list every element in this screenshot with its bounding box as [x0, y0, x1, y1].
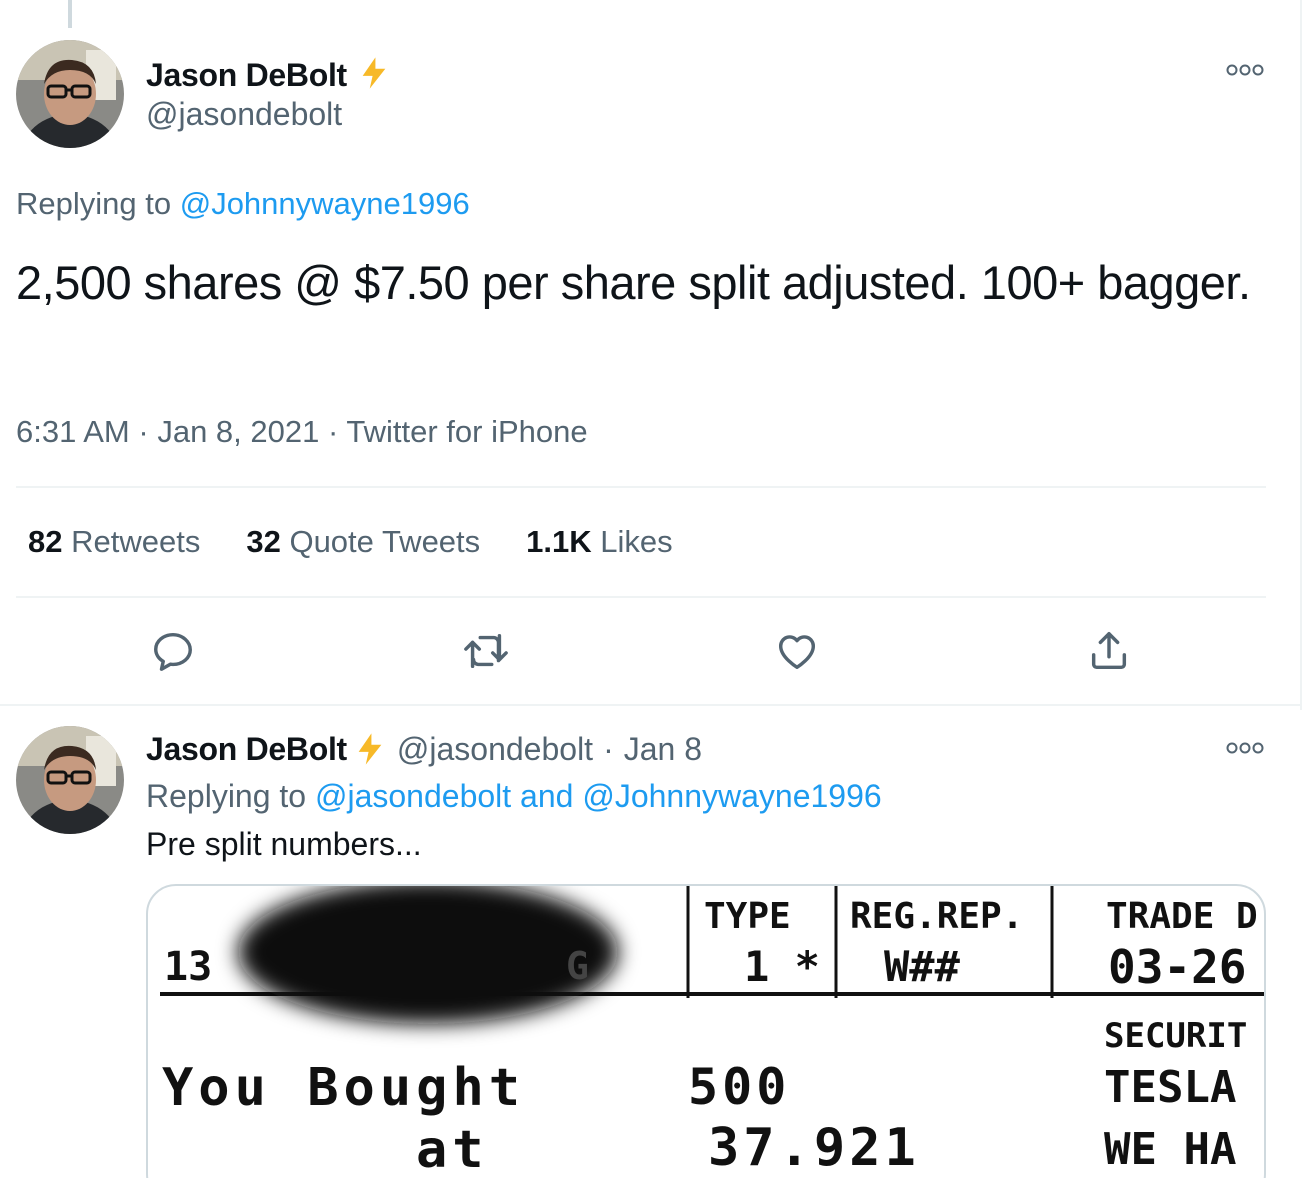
reply-author-handle[interactable]: @jasondebolt [397, 731, 593, 768]
author-name-row: Jason DeBolt [146, 54, 391, 94]
tweet-separator [0, 704, 1300, 706]
reg-rep-header: REG.REP. [850, 896, 1024, 937]
retweet-icon[interactable] [460, 628, 512, 674]
attached-image[interactable]: TYPE REG.REP. TRADE D 1 * W## 03-26 13 G… [146, 884, 1266, 1178]
replying-to-mention[interactable]: @Johnnywayne1996 [180, 186, 470, 221]
likes-label: Likes [600, 524, 673, 559]
lightning-bolt-icon [358, 733, 382, 765]
meta-separator: · [327, 414, 339, 449]
quantity: 500 [688, 1058, 791, 1116]
quote-tweets-stat[interactable]: 32 Quote Tweets [246, 524, 480, 560]
security-label: SECURIT [1104, 1016, 1248, 1056]
trade-date-value: 03-26 [1108, 940, 1247, 994]
quote-count: 32 [246, 524, 281, 559]
tweet-date[interactable]: Jan 8, 2021 [157, 414, 319, 449]
redaction-blot [238, 886, 618, 1024]
lightning-bolt-icon [363, 57, 386, 89]
avatar-photo [16, 40, 124, 148]
note-fragment: WE HA [1104, 1124, 1237, 1175]
author-name[interactable]: Jason DeBolt [146, 57, 347, 93]
more-options-icon[interactable] [1226, 62, 1264, 78]
quote-tweets-label: Quote Tweets [289, 524, 481, 559]
account-fragment-end: G [566, 944, 589, 988]
tweet-body: 2,500 shares @ $7.50 per share split adj… [16, 256, 1251, 309]
reply-replying-to-line: Replying to @jasondebolt and @Johnnywayn… [146, 778, 882, 815]
reply-date[interactable]: Jan 8 [624, 731, 702, 768]
timeline-border [1300, 0, 1302, 710]
meta-separator: · [138, 414, 149, 449]
like-icon[interactable] [774, 628, 820, 674]
divider [16, 486, 1266, 488]
type-value: 1 * [744, 942, 820, 991]
retweet-count: 82 [28, 524, 63, 559]
reply-author-row: Jason DeBolt @jasondebolt · Jan 8 [146, 730, 702, 768]
reply-author-avatar[interactable] [16, 726, 124, 834]
price: 37.921 [708, 1118, 920, 1178]
security-name: TESLA [1104, 1062, 1237, 1113]
tweet-time[interactable]: 6:31 AM [16, 414, 130, 449]
replying-to-label: Replying to [16, 186, 172, 221]
avatar-photo [16, 726, 124, 834]
action-line1: You Bought [162, 1058, 526, 1118]
meta-separator: · [603, 730, 614, 767]
divider [16, 596, 1266, 598]
trade-date-header: TRADE D [1106, 896, 1258, 937]
thread-connector [68, 0, 72, 28]
author-avatar[interactable] [16, 40, 124, 148]
reply-icon[interactable] [150, 628, 196, 674]
more-options-icon[interactable] [1226, 740, 1264, 756]
like-count: 1.1K [526, 524, 592, 559]
replying-to-mentions[interactable]: @jasondebolt and @Johnnywayne1996 [315, 778, 882, 814]
reply-body: Pre split numbers... [146, 826, 422, 862]
retweets-stat[interactable]: 82 Retweets [28, 524, 200, 560]
share-icon[interactable] [1086, 628, 1132, 674]
replying-to-line: Replying to @Johnnywayne1996 [16, 186, 470, 222]
account-fragment: 13 [164, 944, 213, 990]
replying-to-label: Replying to [146, 778, 307, 814]
reg-rep-value: W## [884, 942, 960, 991]
likes-stat[interactable]: 1.1K Likes [526, 524, 672, 560]
reply-author-name[interactable]: Jason DeBolt [146, 731, 347, 768]
action-line2: at [416, 1120, 489, 1178]
retweets-label: Retweets [71, 524, 201, 559]
type-header: TYPE [704, 896, 791, 937]
engagement-stats: 82 Retweets 32 Quote Tweets 1.1K Likes [28, 524, 673, 560]
author-handle[interactable]: @jasondebolt [146, 96, 342, 133]
tweet-metadata: 6:31 AM · Jan 8, 2021 · Twitter for iPho… [16, 414, 588, 450]
tweet-source[interactable]: Twitter for iPhone [346, 414, 587, 449]
